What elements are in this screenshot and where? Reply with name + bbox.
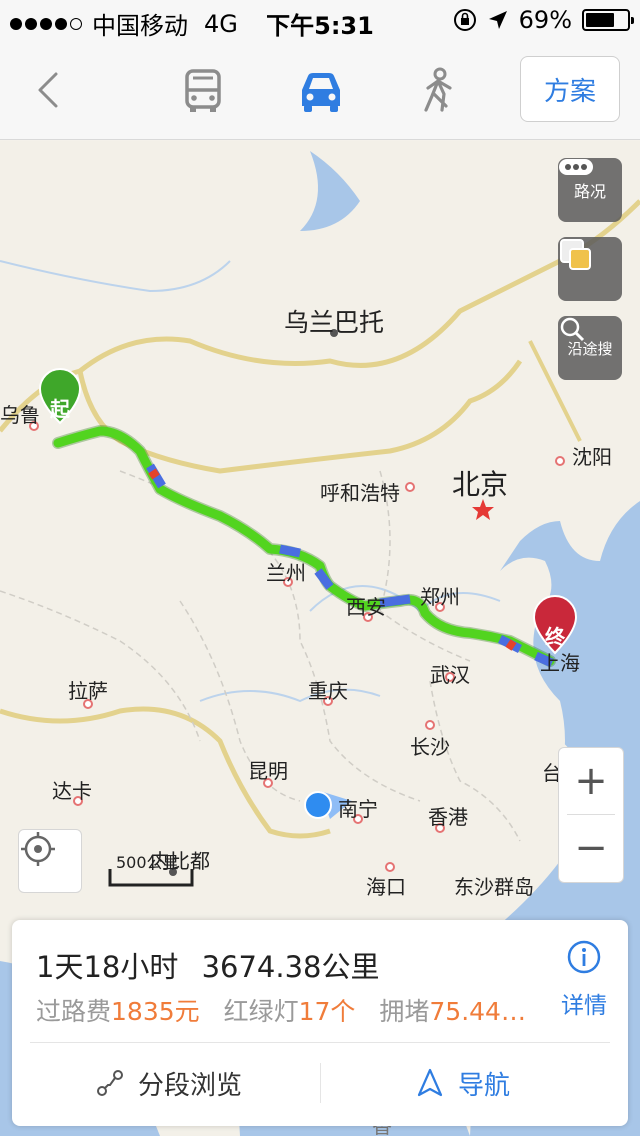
car-icon	[302, 73, 340, 112]
city-label-daka: 达卡	[52, 779, 92, 803]
route-distance: 3674.38公里	[201, 950, 380, 984]
city-label-nanning: 南宁	[338, 797, 378, 821]
walk-icon	[424, 67, 452, 112]
zoom-out-button[interactable]: −	[559, 815, 623, 881]
end-pin-label: 终	[545, 625, 565, 649]
lights-value: 17个	[298, 997, 356, 1026]
city-label-haikou: 海口	[366, 875, 406, 899]
back-button[interactable]	[30, 68, 70, 112]
city-label-wulanbatuo: 乌兰巴托	[284, 308, 385, 337]
segment-browse-label: 分段浏览	[138, 1070, 243, 1101]
card-actions: 分段浏览 导航	[12, 1043, 628, 1123]
info-icon	[567, 940, 601, 974]
zoom-in-button[interactable]: +	[559, 748, 623, 814]
city-label-xianggang: 香港	[428, 805, 468, 829]
navigation-arrow-icon	[417, 1068, 443, 1097]
layers-icon	[560, 239, 591, 270]
toll-label: 过路费	[36, 997, 112, 1026]
location-arrow-icon	[488, 11, 507, 29]
city-label-chongqing: 重庆	[308, 679, 348, 703]
scale-label: 500公里	[116, 853, 179, 872]
navigate-button[interactable]: 导航	[416, 1043, 510, 1123]
magnifier-icon	[560, 317, 585, 342]
city-label-dongsha: 东沙群岛	[454, 875, 534, 899]
rotation-lock-icon	[453, 9, 476, 31]
route-sub-info: 过路费1835元 红绿灯17个 拥堵75.44…	[36, 992, 526, 1028]
city-label-wuhan: 武汉	[430, 663, 470, 687]
nav-bar: 方案	[0, 40, 640, 140]
detail-label: 详情	[561, 993, 607, 1019]
city-label-lanzhou: 兰州	[266, 561, 306, 585]
segment-browse-button[interactable]: 分段浏览	[96, 1043, 242, 1123]
city-label-xian: 西安	[346, 595, 386, 619]
locate-button[interactable]	[18, 829, 82, 893]
battery-percent: 69%	[518, 6, 572, 34]
traffic-icon	[559, 159, 593, 175]
jam-value: 75.44…	[429, 997, 526, 1026]
plan-button[interactable]: 方案	[520, 56, 620, 122]
mode-walk-button[interactable]	[414, 66, 464, 116]
mode-bus-button[interactable]	[178, 66, 228, 116]
battery-icon	[582, 9, 634, 31]
detail-button[interactable]: 详情	[554, 940, 614, 1020]
city-label-huhehaote: 呼和浩特	[320, 481, 400, 505]
bus-icon	[185, 69, 221, 112]
route-segment-icon	[97, 1070, 123, 1096]
city-label-changsha: 长沙	[410, 735, 450, 759]
city-label-shenyang: 沈阳	[572, 445, 612, 469]
route-main-info: 1天18小时 3674.38公里	[36, 944, 380, 986]
city-label-zhengzhou: 郑州	[420, 585, 460, 609]
city-label-wulumuqi: 乌鲁	[0, 403, 40, 427]
route-summary-card: 1天18小时 3674.38公里 过路费1835元 红绿灯17个 拥堵75.44…	[12, 920, 628, 1126]
layers-button[interactable]	[558, 237, 622, 301]
traffic-button[interactable]: 路况	[558, 158, 622, 222]
crosshair-icon	[21, 832, 55, 866]
toll-value: 1835元	[111, 997, 200, 1026]
mode-car-button[interactable]	[296, 66, 346, 116]
chevron-left-icon	[38, 72, 58, 108]
action-separator	[320, 1063, 321, 1103]
navigate-label: 导航	[458, 1070, 511, 1101]
city-label-shanghai: 上海	[540, 651, 580, 675]
jam-label: 拥堵	[379, 997, 430, 1026]
city-label-kunming: 昆明	[248, 759, 288, 783]
city-label-beijing: 北京	[452, 468, 509, 501]
status-bar: 中国移动 4G 下午5:31 69%	[0, 0, 640, 40]
search-along-button[interactable]: 沿途搜	[558, 316, 622, 380]
city-label-lasa: 拉萨	[68, 679, 108, 703]
zoom-control: + −	[558, 747, 624, 883]
route-duration: 1天18小时	[36, 950, 179, 984]
lights-label: 红绿灯	[223, 997, 299, 1026]
traffic-label: 路况	[573, 182, 606, 201]
start-pin-label: 起	[50, 397, 70, 421]
